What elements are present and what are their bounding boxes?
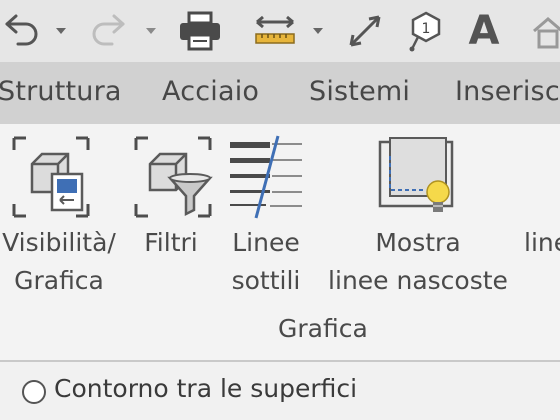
tab-inserisci[interactable]: Inserisci [455, 76, 560, 107]
show-hidden-lines-button[interactable]: Mostra linee nascoste [322, 124, 514, 324]
print-icon[interactable] [174, 0, 226, 62]
svg-text:1: 1 [422, 21, 431, 37]
text-tool-letter: A [468, 8, 500, 54]
tab-acciaio[interactable]: Acciaio [162, 76, 259, 107]
thin-lines-button[interactable]: Linee sottili [222, 124, 312, 324]
aligned-dimension-icon[interactable] [340, 0, 390, 62]
undo-dropdown-icon[interactable] [50, 0, 72, 62]
tab-sistemi[interactable]: Sistemi [309, 76, 410, 107]
measure-dropdown-icon[interactable] [308, 0, 328, 62]
surface-outline-label[interactable]: Contorno tra le superfici [54, 374, 357, 403]
home-icon[interactable] [530, 0, 560, 62]
measure-icon[interactable] [250, 0, 300, 62]
thin-lines-icon [226, 134, 308, 224]
filters-label: Filtri [144, 228, 198, 257]
text-icon[interactable]: A [460, 0, 508, 62]
ribbon-panel-grafica: Visibilità/ Grafica Filtri Linee sottili… [0, 124, 560, 362]
filters-icon [130, 134, 216, 224]
panel-title: Grafica [278, 314, 368, 343]
redo-dropdown-icon[interactable] [140, 0, 162, 62]
options-row: Contorno tra le superfici [0, 362, 560, 420]
redo-icon[interactable] [84, 0, 132, 62]
quick-access-toolbar: 1 A [0, 0, 560, 62]
partial-button-label-line2: line [524, 228, 560, 257]
visibility-graphics-button[interactable]: Visibilità/ Grafica [0, 124, 120, 324]
ribbon-tab-strip: Struttura Acciaio Sistemi Inserisci [0, 62, 560, 124]
visibility-graphics-label-line1: Visibilità/ [2, 228, 116, 257]
thin-lines-label-line1: Linee [232, 228, 300, 257]
show-hidden-lines-label-line2: linee nascoste [328, 266, 508, 295]
visibility-graphics-icon [8, 134, 94, 224]
show-hidden-lines-label-line1: Mostra [375, 228, 461, 257]
visibility-graphics-label-line2: Grafica [14, 266, 104, 295]
filters-button[interactable]: Filtri [128, 124, 214, 324]
tag-icon[interactable]: 1 [402, 0, 450, 62]
thin-lines-label-line2: sottili [231, 266, 301, 295]
show-hidden-lines-icon [376, 134, 460, 224]
undo-icon[interactable] [0, 0, 44, 62]
partial-ribbon-button[interactable]: line [524, 124, 560, 324]
surface-outline-radio[interactable] [22, 380, 46, 404]
tab-struttura[interactable]: Struttura [0, 76, 122, 107]
